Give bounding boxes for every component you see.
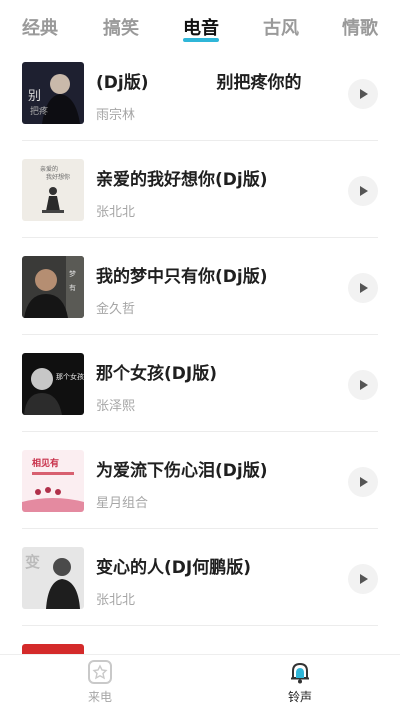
album-cover: 亲爱的 我好想你 (22, 159, 84, 221)
svg-text:有: 有 (69, 283, 76, 292)
song-artist: 金久哲 (96, 302, 136, 317)
tab-love-songs[interactable]: 情歌 (342, 14, 378, 40)
song-artist: 雨宗林 (96, 108, 136, 123)
svg-text:亲爱的: 亲爱的 (40, 165, 58, 173)
tab-ancient-style[interactable]: 古风 (263, 14, 299, 40)
song-artist: 张北北 (96, 593, 136, 608)
nav-ringtone[interactable]: 铃声 (260, 659, 340, 705)
list-item[interactable]: 别把疼 (Dj版) 别把疼你的 雨宗林 (0, 44, 400, 141)
list-item[interactable]: 变 变心的人(DJ何鹏版) 张北北 (0, 529, 400, 626)
svg-text:相见有: 相见有 (32, 457, 59, 469)
song-title: 那个女孩(DJ版) (96, 364, 217, 384)
song-title: 变心的人(DJ何鹏版) (96, 558, 251, 578)
list-item[interactable]: 那个女孩 那个女孩(DJ版) 张泽熙 (0, 335, 400, 432)
svg-text:别: 别 (28, 89, 41, 104)
svg-text:我好想你: 我好想你 (46, 173, 70, 181)
svg-text:梦: 梦 (69, 270, 76, 278)
play-button[interactable] (348, 467, 378, 497)
play-button[interactable] (348, 176, 378, 206)
svg-text:把疼: 把疼 (30, 105, 48, 117)
list-item[interactable]: 相见有 为爱流下伤心泪(Dj版) 星月组合 (0, 432, 400, 529)
song-list: 别把疼 (Dj版) 别把疼你的 雨宗林 亲爱的 我好想你 亲爱的我好想你(Dj版)… (0, 44, 400, 654)
list-item[interactable] (0, 626, 400, 654)
song-title: 为爱流下伤心泪(Dj版) (96, 461, 268, 481)
song-title: 我的梦中只有你(Dj版) (96, 267, 268, 287)
nav-incoming-call[interactable]: 来电 (60, 659, 140, 705)
play-button[interactable] (348, 273, 378, 303)
list-item[interactable]: 梦有 我的梦中只有你(Dj版) 金久哲 (0, 238, 400, 335)
nav-label: 来电 (87, 690, 112, 704)
tab-funny[interactable]: 搞笑 (103, 14, 139, 40)
album-cover: 别把疼 (22, 62, 84, 124)
song-title: (Dj版) 别把疼你的 (96, 73, 302, 93)
phone-ring-icon (87, 659, 113, 685)
album-cover: 那个女孩 (22, 353, 84, 415)
svg-text:变: 变 (25, 553, 40, 571)
bell-icon (287, 659, 313, 685)
play-button[interactable] (348, 79, 378, 109)
album-cover: 梦有 (22, 256, 84, 318)
album-cover: 相见有 (22, 450, 84, 512)
album-cover (22, 644, 84, 654)
song-artist: 星月组合 (96, 496, 149, 511)
nav-label: 铃声 (287, 690, 312, 704)
song-title: 亲爱的我好想你(Dj版) (96, 170, 268, 190)
play-button[interactable] (348, 564, 378, 594)
bottom-navigation: 来电 铃声 (0, 654, 400, 710)
tab-classic[interactable]: 经典 (22, 14, 58, 40)
tab-electronic[interactable]: 电音 (183, 14, 219, 42)
list-item[interactable]: 亲爱的 我好想你 亲爱的我好想你(Dj版) 张北北 (0, 141, 400, 238)
play-button[interactable] (348, 370, 378, 400)
song-artist: 张北北 (96, 205, 136, 220)
svg-text:那个女孩: 那个女孩 (56, 372, 84, 381)
album-cover: 变 (22, 547, 84, 609)
song-artist: 张泽熙 (96, 399, 136, 414)
